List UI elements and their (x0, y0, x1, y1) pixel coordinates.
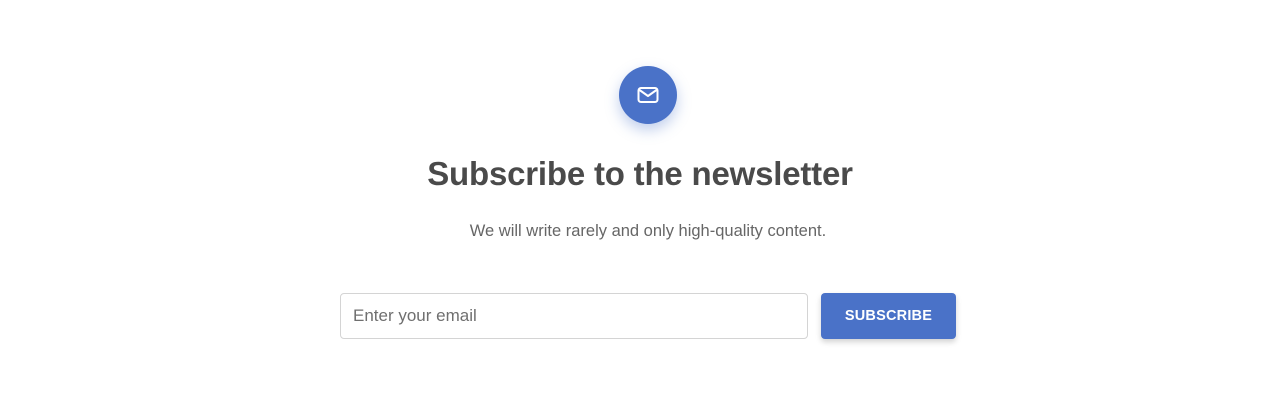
newsletter-section: Subscribe to the newsletter We will writ… (0, 0, 1280, 401)
subscribe-button[interactable]: SUBSCRIBE (821, 293, 956, 339)
envelope-icon-badge (619, 66, 677, 124)
email-input[interactable] (340, 293, 808, 339)
newsletter-subtitle: We will write rarely and only high-quali… (469, 222, 827, 240)
envelope-icon (637, 87, 659, 103)
newsletter-title: Subscribe to the newsletter (427, 155, 853, 192)
